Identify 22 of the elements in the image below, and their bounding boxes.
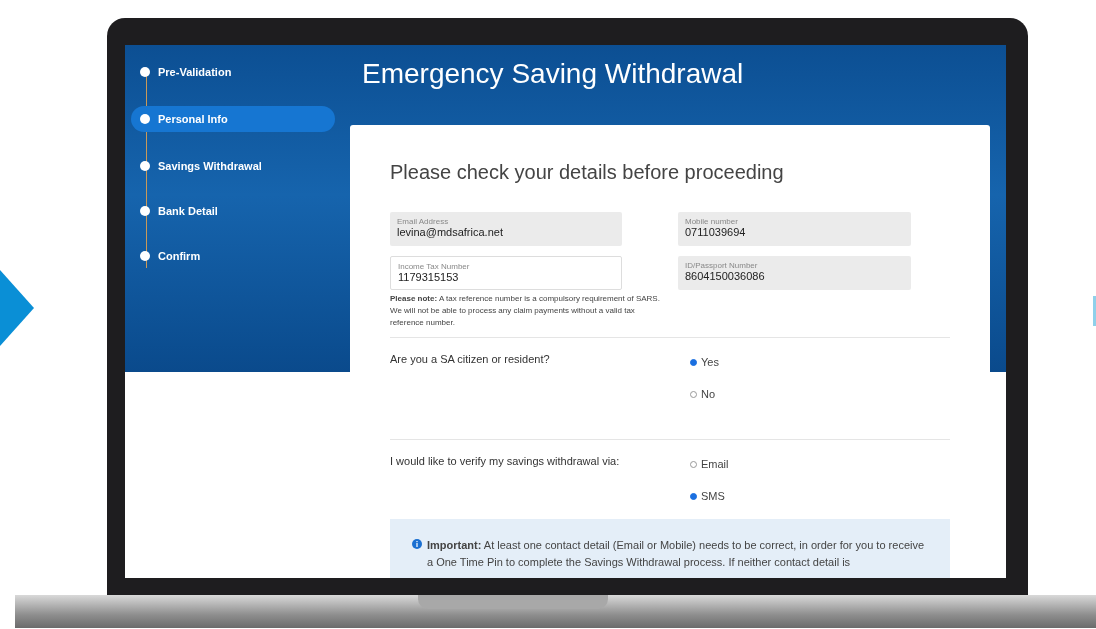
radio-option[interactable]: SMS	[690, 490, 729, 502]
step-item[interactable]: Pre-Validation	[131, 59, 335, 85]
input-field[interactable]: Email Address levina@mdsafrica.net	[390, 212, 622, 246]
question-label: Are you a SA citizen or resident?	[390, 353, 551, 367]
page-title: Emergency Saving Withdrawal	[362, 57, 745, 91]
tax-note: Please note: A tax reference number is a compulsory requirement of SARS. We will not be able to process any claim payments without a valid tax reference number.	[390, 293, 660, 329]
radio-option[interactable]: No	[690, 388, 719, 400]
radio-option[interactable]: Email	[690, 458, 729, 470]
step-item[interactable]: Confirm	[131, 243, 335, 269]
important-text: Important: At least one contact detail (Email or Mobile) needs to be correct, in order for you to receive a One Time Pin to complete the Savings Withdrawal process. If neither contact detail is	[427, 538, 926, 570]
edge-mark	[1093, 296, 1096, 326]
step-item[interactable]: Personal Info	[131, 106, 335, 132]
form-heading: Please check your details before proceeding	[390, 161, 785, 184]
question-label: I would like to verify my savings withdrawal via:	[390, 455, 621, 469]
step-item[interactable]: Savings Withdrawal	[131, 153, 335, 179]
step-item[interactable]: Bank Detail	[131, 198, 335, 224]
triangle-icon	[0, 270, 34, 346]
radio-option[interactable]: Yes	[690, 356, 719, 368]
info-icon	[412, 539, 422, 549]
input-field[interactable]: Income Tax Number 1179315153	[390, 256, 622, 290]
input-field[interactable]: Mobile number 0711039694	[678, 212, 911, 246]
input-field[interactable]: ID/Passport Number 8604150036086	[678, 256, 911, 290]
